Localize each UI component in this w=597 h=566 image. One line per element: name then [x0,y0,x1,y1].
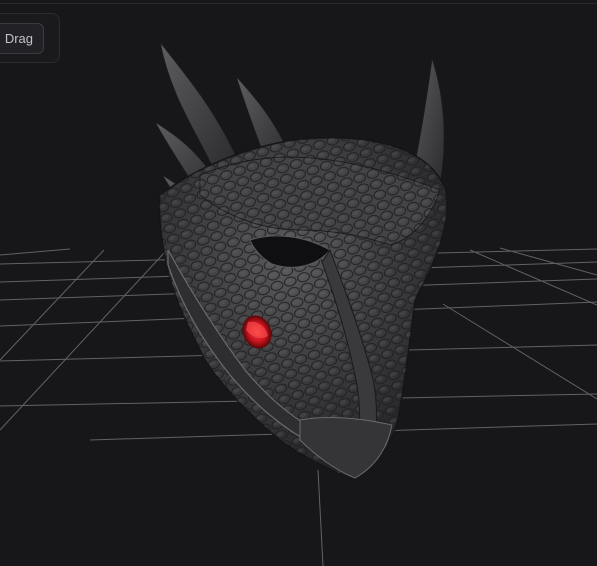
jaw-plate [299,417,393,479]
3d-viewport[interactable] [0,0,597,566]
drag-button[interactable]: Drag [0,23,44,54]
dragon-mask-model[interactable] [153,41,448,479]
top-divider [0,3,597,4]
